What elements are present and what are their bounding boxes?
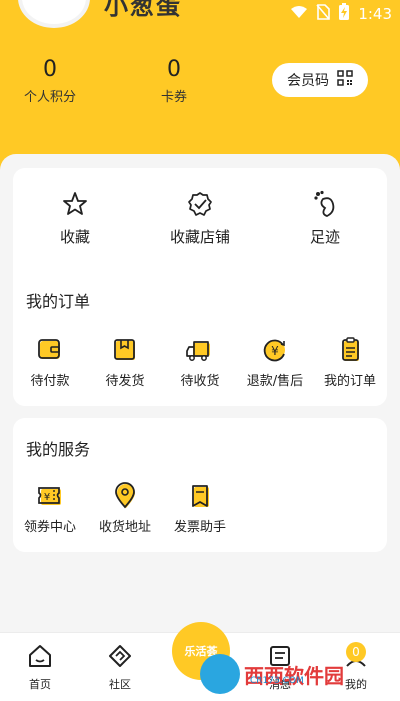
refund-icon: ¥ [263,339,285,362]
wallet-icon [38,339,60,359]
coupons-label: 卡券 [160,90,187,105]
quick-links-card: 收藏 收藏店铺 足迹 [13,168,387,271]
member-code-button[interactable]: 会员码 [272,63,368,97]
verified-shop-icon [188,192,212,216]
points-value: 0 [43,57,57,82]
orders-title: 我的订单 [26,292,91,311]
invoice-icon [192,485,209,507]
order-pending-shipment-label: 待发货 [105,374,145,389]
tab-home-label: 首页 [29,678,51,691]
svg-text:¥: ¥ [271,344,279,358]
footprints-label: 足迹 [309,228,340,246]
order-all-label: 我的订单 [323,374,376,389]
favorites-label: 收藏 [59,228,90,246]
order-pending-payment[interactable]: 待付款 [13,336,87,389]
order-all[interactable]: 我的订单 [313,336,387,389]
watermark-logo-icon [200,654,240,694]
coupons-value: 0 [167,57,181,82]
battery-charging-icon [338,3,350,25]
svg-text:¥: ¥ [44,492,50,503]
coupon-icon: ¥ [38,487,61,505]
shipping-address-label: 收货地址 [98,520,151,535]
order-list-icon [342,337,359,361]
home-icon [29,645,51,667]
coupons-stat[interactable]: 0 卡券 [124,56,224,105]
status-bar: 1:43 [290,3,392,25]
profile-name: 小葱蛋 [104,0,182,20]
order-pending-payment-label: 待付款 [30,374,70,389]
order-pending-shipment[interactable]: 待发货 [88,336,162,389]
package-icon [114,339,135,360]
watermark-subtext: CR173.COM [250,676,304,686]
shipping-address[interactable]: 收货地址 [88,482,162,535]
avatar[interactable] [18,0,90,28]
truck-icon [186,341,210,361]
star-icon [63,192,87,215]
order-pending-receipt-label: 待收货 [180,374,220,389]
invoice-assistant[interactable]: 发票助手 [163,482,237,535]
tab-community-label: 社区 [109,678,131,691]
orders-card: 我的订单 待付款 待发货 待收货 ¥ 退款/售后 我的订单 [13,270,387,406]
no-sim-icon [316,4,331,24]
footprints-link[interactable]: 足迹 [265,190,385,247]
tab-community[interactable]: 社区 [90,643,150,692]
coupon-center-label: 领券中心 [23,520,76,535]
points-label: 个人积分 [23,90,76,105]
invoice-assistant-label: 发票助手 [173,520,226,535]
wifi-icon [290,5,308,23]
status-time: 1:43 [358,5,392,23]
location-icon [115,482,135,509]
order-pending-receipt[interactable]: 待收货 [163,336,237,389]
order-refund[interactable]: ¥ 退款/售后 [238,336,312,389]
services-title: 我的服务 [26,440,91,459]
favorites-link[interactable]: 收藏 [15,190,135,247]
community-icon [109,645,131,667]
points-stat[interactable]: 0 个人积分 [0,56,100,105]
services-card: 我的服务 ¥ 领券中心 收货地址 发票助手 [13,418,387,552]
watermark: 西西软件园 [200,648,400,700]
favorite-shops-label: 收藏店铺 [169,228,230,246]
coupon-center[interactable]: ¥ 领券中心 [13,482,87,535]
favorite-shops-link[interactable]: 收藏店铺 [140,190,260,247]
tab-home[interactable]: 首页 [10,643,70,692]
order-refund-label: 退款/售后 [246,374,304,389]
member-code-label: 会员码 [287,73,329,89]
qr-code-icon [337,70,353,90]
footprint-icon [314,190,335,217]
